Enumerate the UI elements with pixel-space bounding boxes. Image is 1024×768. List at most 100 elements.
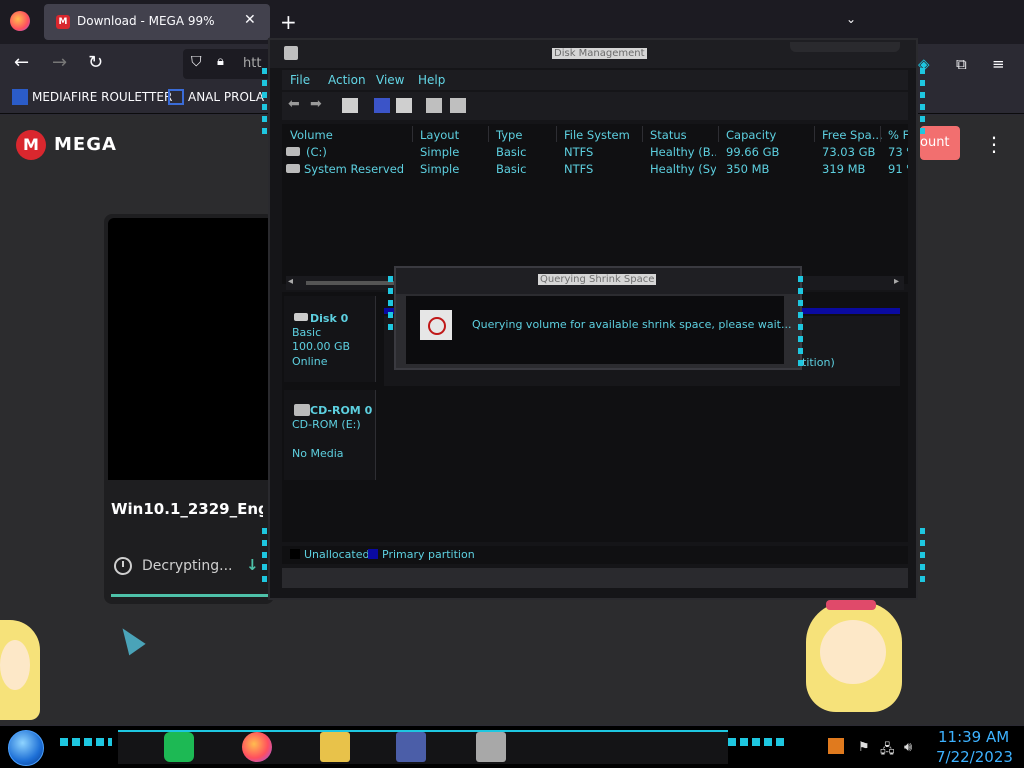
mega-favicon-icon: M — [56, 15, 70, 29]
col-separator — [488, 126, 489, 142]
control-panel-icon[interactable] — [396, 732, 426, 762]
window-titlebar[interactable]: Disk Management — [270, 40, 916, 68]
disk-management-icon — [284, 46, 298, 60]
action-center-flag-icon[interactable]: ⚑ — [858, 740, 870, 755]
shield-icon[interactable]: ⛉ — [191, 54, 202, 70]
col-separator — [556, 126, 557, 142]
tab-title: Download - MEGA 99% — [77, 14, 215, 28]
close-tab-icon[interactable]: ✕ — [244, 12, 256, 28]
frame-decoration — [388, 276, 393, 336]
taskbar-decoration — [60, 738, 112, 746]
table-row-capacity: 350 MB — [726, 162, 770, 176]
more-options-icon[interactable]: ⋮ — [984, 132, 1004, 156]
volume-list — [282, 124, 908, 284]
reload-icon[interactable]: ↻ — [88, 52, 103, 73]
frame-decoration — [262, 528, 267, 588]
spotify-icon[interactable] — [164, 732, 194, 762]
scroll-left-icon[interactable]: ◂ — [288, 276, 293, 287]
disk-0-status: Online — [292, 355, 328, 368]
disk-management-taskbar-icon[interactable] — [476, 732, 506, 762]
col-separator — [880, 126, 881, 142]
view-icon[interactable] — [396, 98, 412, 113]
back-arrow-icon[interactable]: ← — [14, 52, 29, 73]
disk-0-label-panel[interactable] — [284, 296, 376, 382]
forward-arrow-icon[interactable]: → — [52, 52, 67, 73]
table-row-volume[interactable]: System Reserved — [304, 162, 404, 176]
table-row-fs: NTFS — [564, 162, 594, 176]
rescan-icon[interactable] — [450, 98, 466, 113]
firefox-icon[interactable] — [10, 11, 30, 31]
left-character-face — [0, 640, 30, 690]
col-volume[interactable]: Volume — [290, 128, 333, 142]
menu-file[interactable]: File — [290, 73, 310, 87]
list-tabs-chevron-icon[interactable]: ⌄ — [846, 12, 856, 26]
menu-view[interactable]: View — [376, 73, 404, 87]
tray-app-icon[interactable] — [828, 738, 844, 754]
table-row-layout: Simple — [420, 145, 460, 159]
file-explorer-icon[interactable] — [320, 732, 350, 762]
taskbar-decoration — [728, 738, 788, 746]
drive-icon — [286, 164, 300, 173]
url-text[interactable]: htt — [243, 56, 261, 71]
forward-icon[interactable]: ➡ — [310, 96, 326, 112]
table-row-type: Basic — [496, 162, 527, 176]
download-arrow-icon: ↓ — [246, 556, 259, 574]
clock-date[interactable]: 7/22/2023 — [936, 748, 1013, 766]
create-account-button[interactable]: ount — [920, 126, 960, 160]
col-separator — [814, 126, 815, 142]
clock-time[interactable]: 11:39 AM — [938, 728, 1009, 746]
col-status[interactable]: Status — [650, 128, 687, 142]
disk-0-size: 100.00 GB — [292, 340, 351, 353]
table-row-percent: 91 % — [888, 162, 908, 176]
bookmark-chevron-icon — [168, 89, 184, 105]
col-type[interactable]: Type — [496, 128, 522, 142]
mega-logo-icon[interactable]: M — [16, 130, 46, 160]
table-row-fs: NTFS — [564, 145, 594, 159]
bookmark-mediafire[interactable]: MEDIAFIRE ROULETTER — [32, 90, 172, 104]
right-character-headband — [826, 600, 876, 610]
network-icon[interactable]: 🖧︎ — [880, 740, 895, 762]
col-layout[interactable]: Layout — [420, 128, 459, 142]
download-progress-bar — [111, 594, 271, 597]
col-free-space[interactable]: Free Spa... — [822, 128, 883, 142]
bookmark-anal-prola[interactable]: ANAL PROLA — [188, 90, 264, 104]
disk-icon — [294, 313, 308, 321]
firefox-taskbar-icon[interactable] — [242, 732, 272, 762]
new-tab-button[interactable]: + — [280, 10, 297, 34]
scroll-right-icon[interactable]: ▸ — [894, 276, 899, 287]
menu-help[interactable]: Help — [418, 73, 445, 87]
col-file-system[interactable]: File System — [564, 128, 630, 142]
frame-decoration — [262, 68, 267, 138]
mega-logo-text[interactable]: MEGA — [54, 134, 117, 155]
col-capacity[interactable]: Capacity — [726, 128, 776, 142]
lock-icon[interactable]: 🔒︎ — [217, 54, 224, 69]
file-preview — [108, 218, 270, 480]
clock-icon — [114, 557, 132, 575]
table-row-percent: 73 % — [888, 145, 908, 159]
properties-icon[interactable] — [342, 98, 358, 113]
dialog-titlebar[interactable]: Querying Shrink Space — [396, 268, 800, 294]
extensions-icon[interactable]: ⧉ — [956, 55, 967, 73]
hamburger-menu-icon[interactable]: ≡ — [992, 55, 1005, 73]
frame-decoration — [798, 276, 803, 366]
refresh-icon[interactable] — [426, 98, 442, 113]
start-orb-icon[interactable] — [8, 730, 44, 766]
stopwatch-icon — [420, 310, 452, 340]
cdrom-name: CD-ROM 0 — [310, 404, 373, 417]
caption-buttons-frame — [790, 42, 900, 52]
cdrom-icon — [294, 404, 310, 416]
tab-mega-download[interactable]: M Download - MEGA 99% ✕ — [44, 4, 270, 40]
back-icon[interactable]: ⬅ — [288, 96, 304, 112]
querying-dialog: Querying Shrink Space Querying volume fo… — [388, 266, 803, 370]
right-character-face — [820, 620, 886, 684]
table-row-layout: Simple — [420, 162, 460, 176]
table-row-volume[interactable]: (C:) — [306, 145, 327, 159]
primary-partition-swatch — [368, 549, 378, 559]
col-percent-free[interactable]: % F — [888, 128, 908, 142]
file-name: Win10.1_2329_Engl — [111, 500, 263, 518]
menu-action[interactable]: Action — [328, 73, 366, 87]
cdrom-status: No Media — [292, 447, 344, 460]
partition-label: tition) — [802, 356, 835, 369]
help-icon[interactable] — [374, 98, 390, 113]
volume-icon[interactable]: 🔊︎ — [904, 740, 912, 755]
